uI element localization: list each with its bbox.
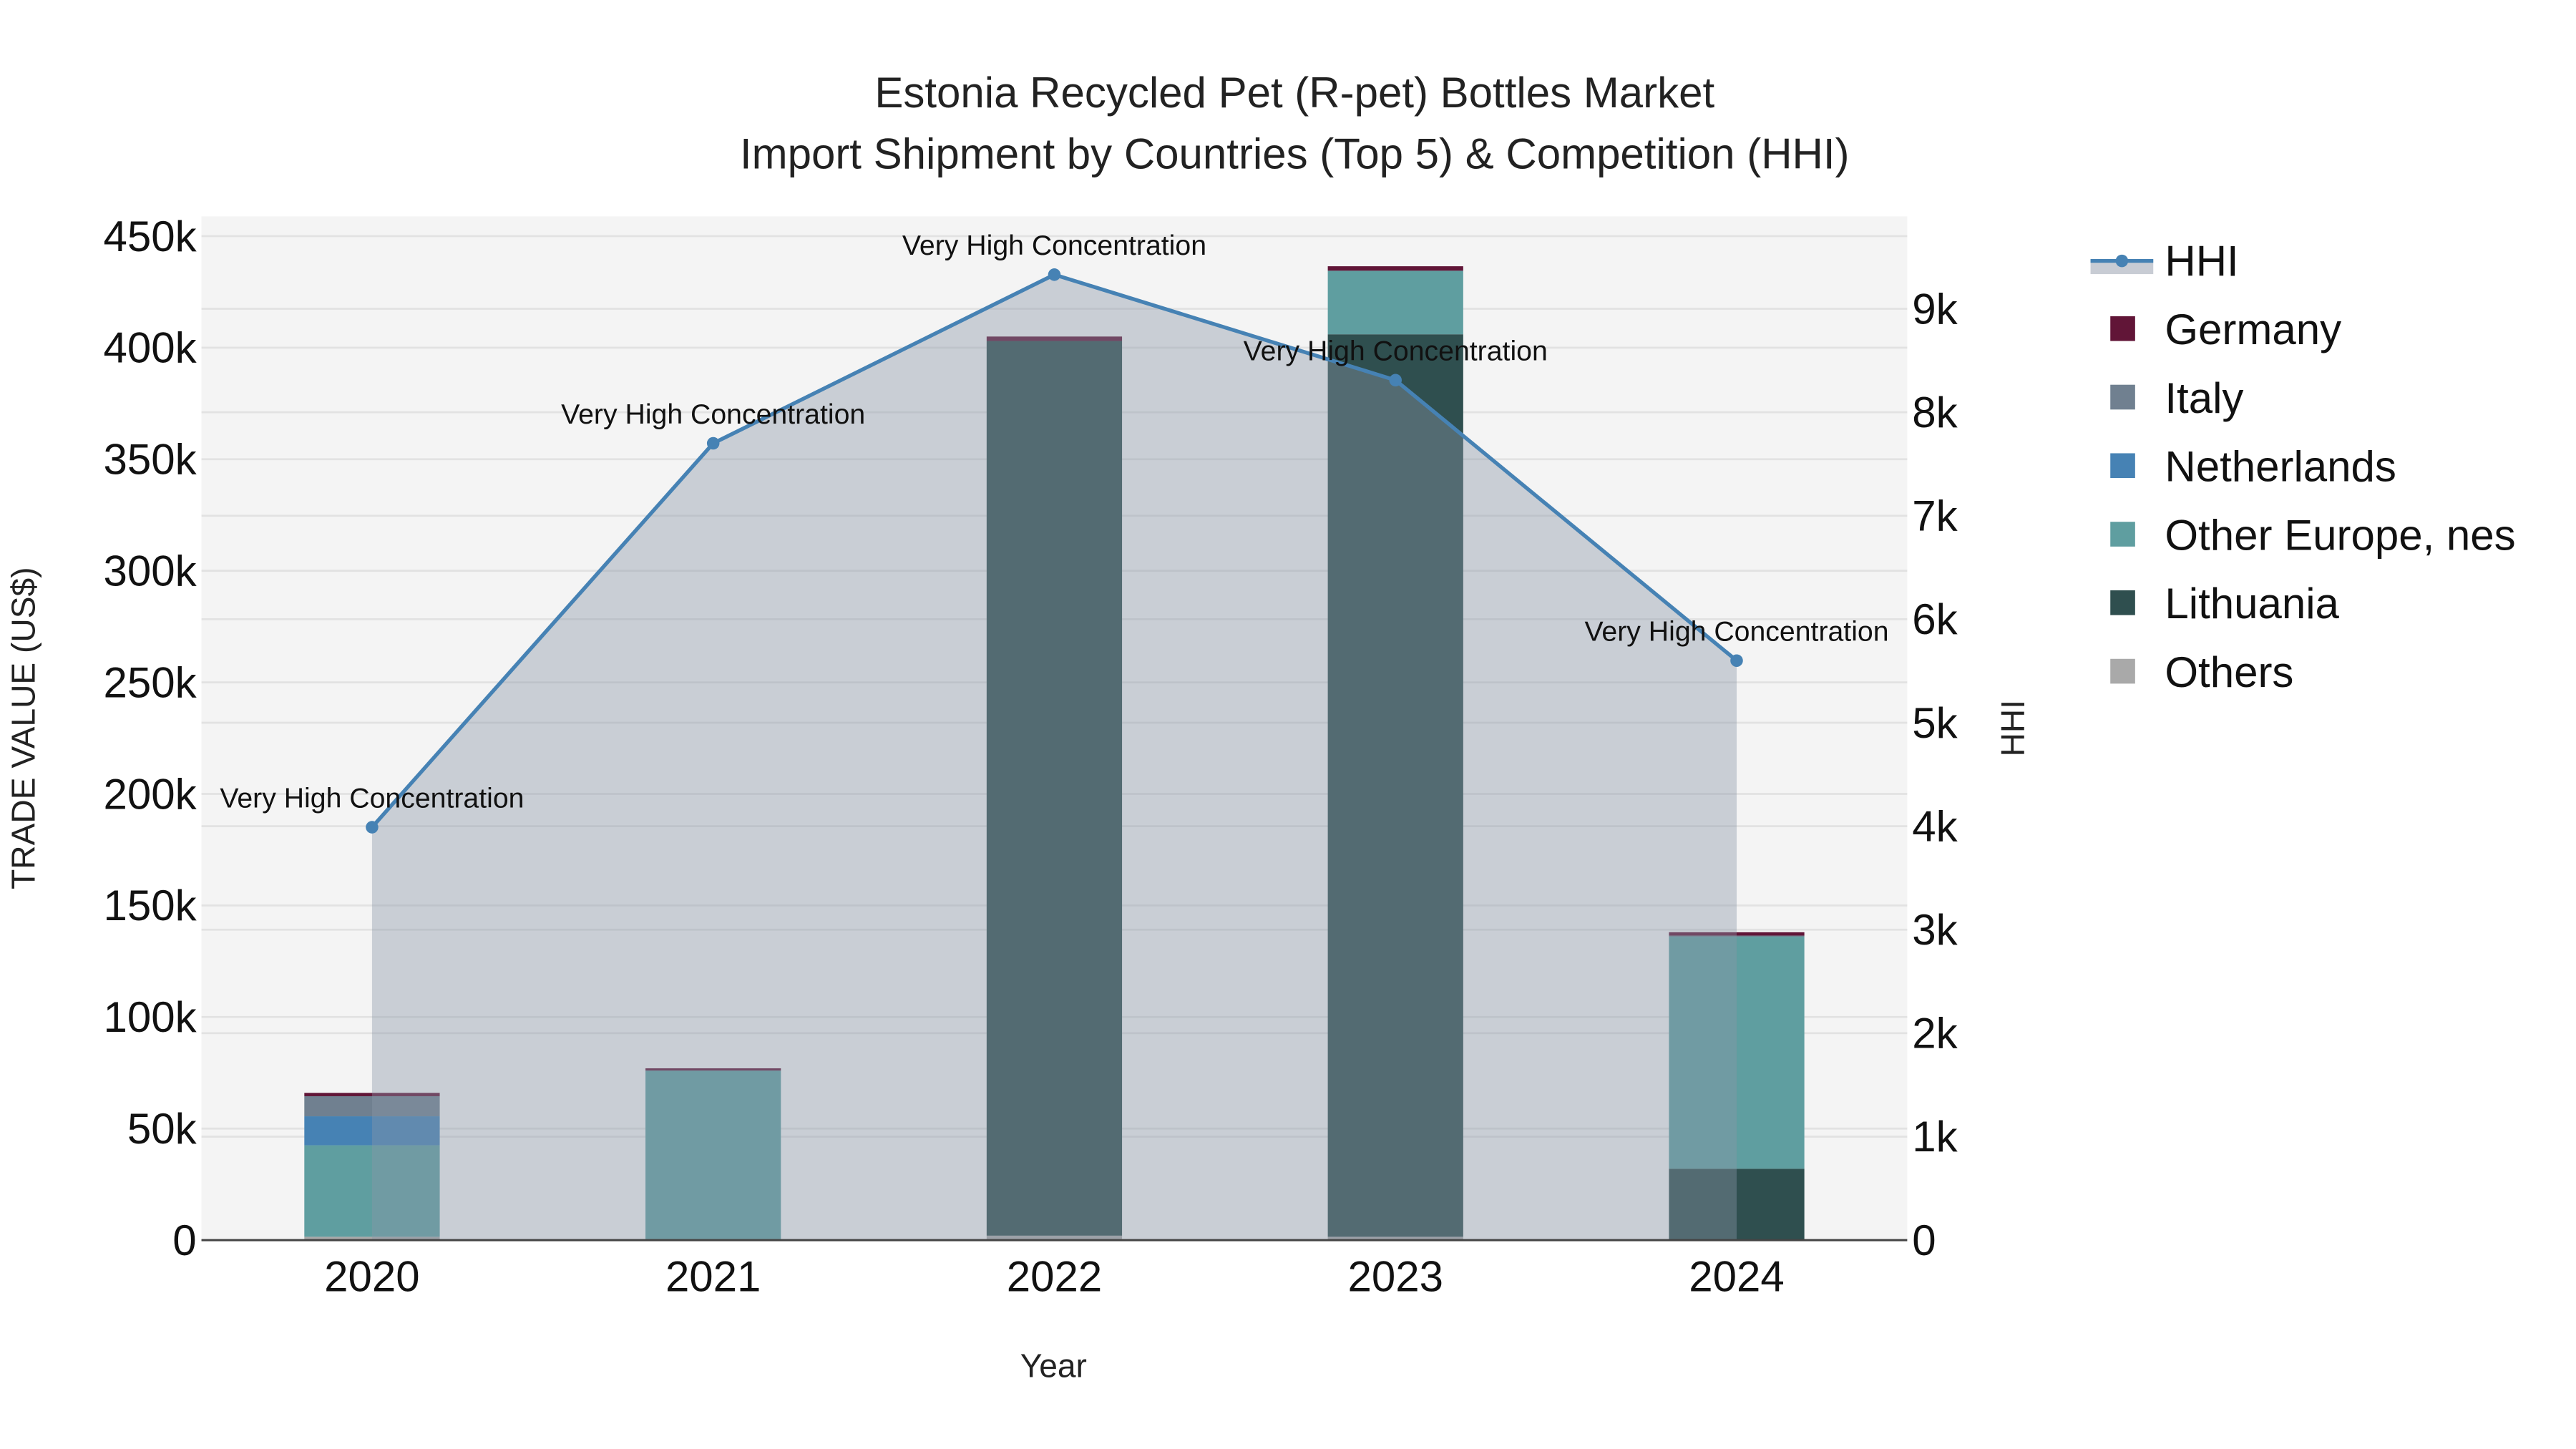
y2-tick-label: 3k — [1912, 906, 1958, 954]
y-tick-label: 200k — [104, 770, 197, 818]
x-tick-label: 2020 — [324, 1253, 419, 1301]
hhi-point-2020 — [366, 821, 379, 834]
y-tick-label: 150k — [104, 882, 197, 930]
bar-germany-2023 — [1327, 266, 1463, 271]
hhi-annotation: Very High Concentration — [1584, 616, 1888, 648]
x-tick-label: 2022 — [1007, 1253, 1102, 1301]
legend-label: Other Europe, nes — [2165, 511, 2515, 559]
y2-tick-label: 2k — [1912, 1010, 1958, 1058]
legend-swatch — [2110, 658, 2135, 684]
y-tick-label: 400k — [104, 324, 197, 372]
legend-label: Italy — [2165, 374, 2243, 422]
y2-tick-label: 9k — [1912, 285, 1958, 333]
chart-title-line2: Import Shipment by Countries (Top 5) & C… — [740, 130, 1850, 177]
legend-swatch — [2110, 384, 2135, 410]
x-tick-label: 2021 — [665, 1253, 761, 1301]
y2-tick-label: 6k — [1912, 595, 1958, 643]
y-tick-label: 250k — [104, 658, 197, 706]
x-tick-label: 2023 — [1347, 1253, 1443, 1301]
y2-tick-label: 7k — [1912, 492, 1958, 540]
y2-tick-label: 1k — [1912, 1113, 1958, 1161]
legend-swatch — [2110, 522, 2135, 547]
hhi-annotation: Very High Concentration — [902, 230, 1206, 261]
x-tick-label: 2024 — [1689, 1253, 1784, 1301]
y-tick-label: 0 — [172, 1216, 196, 1264]
y-tick-label: 350k — [104, 436, 197, 484]
legend-label-hhi: HHI — [2165, 237, 2238, 285]
y2-tick-label: 5k — [1912, 699, 1958, 747]
bar-other-europe-nes-2023 — [1327, 270, 1463, 335]
y2-tick-label: 4k — [1912, 802, 1958, 850]
legend-label: Netherlands — [2165, 443, 2396, 491]
hhi-annotation: Very High Concentration — [1244, 336, 1548, 367]
hhi-point-2023 — [1389, 374, 1402, 387]
legend-swatch-hhi-point — [2115, 254, 2129, 268]
chart: Very High Concentration Very High Concent… — [4, 69, 2516, 1385]
y2-tick-label: 8k — [1912, 389, 1958, 436]
hhi-point-2022 — [1048, 268, 1061, 281]
hhi-point-2021 — [706, 436, 720, 450]
y2-axis-title: HHI — [1994, 700, 2031, 756]
legend-label: Germany — [2165, 306, 2341, 353]
y-tick-label: 100k — [104, 993, 197, 1041]
hhi-annotation: Very High Concentration — [220, 782, 524, 814]
legend-swatch — [2110, 590, 2135, 615]
hhi-annotation: Very High Concentration — [561, 399, 865, 430]
y-tick-label: 300k — [104, 547, 197, 595]
y-axis-ticks: 0 50k 100k 150k 200k 250k 300k 350k 400k 450k — [104, 213, 197, 1264]
y-tick-label: 450k — [104, 213, 197, 260]
chart-title-line1: Estonia Recycled Pet (R-pet) Bottles Mar… — [874, 69, 1714, 117]
y2-tick-label: 0 — [1912, 1216, 1936, 1264]
legend-swatch — [2110, 316, 2135, 341]
x-axis-title: Year — [1020, 1347, 1087, 1385]
x-axis-ticks: 2020 2021 2022 2023 2024 — [324, 1253, 1785, 1301]
y2-axis-ticks: 0 1k 2k 3k 4k 5k 6k 7k 8k 9k — [1912, 285, 1958, 1264]
y-tick-label: 50k — [127, 1105, 197, 1153]
hhi-point-2024 — [1730, 654, 1743, 668]
legend-label: Others — [2165, 648, 2293, 696]
legend-swatch — [2110, 453, 2135, 479]
legend: HHI Germany Italy Netherlands Other Europe, … — [2090, 237, 2516, 696]
y-axis-title: TRADE VALUE (US$) — [4, 567, 42, 889]
legend-label: Lithuania — [2165, 580, 2339, 628]
